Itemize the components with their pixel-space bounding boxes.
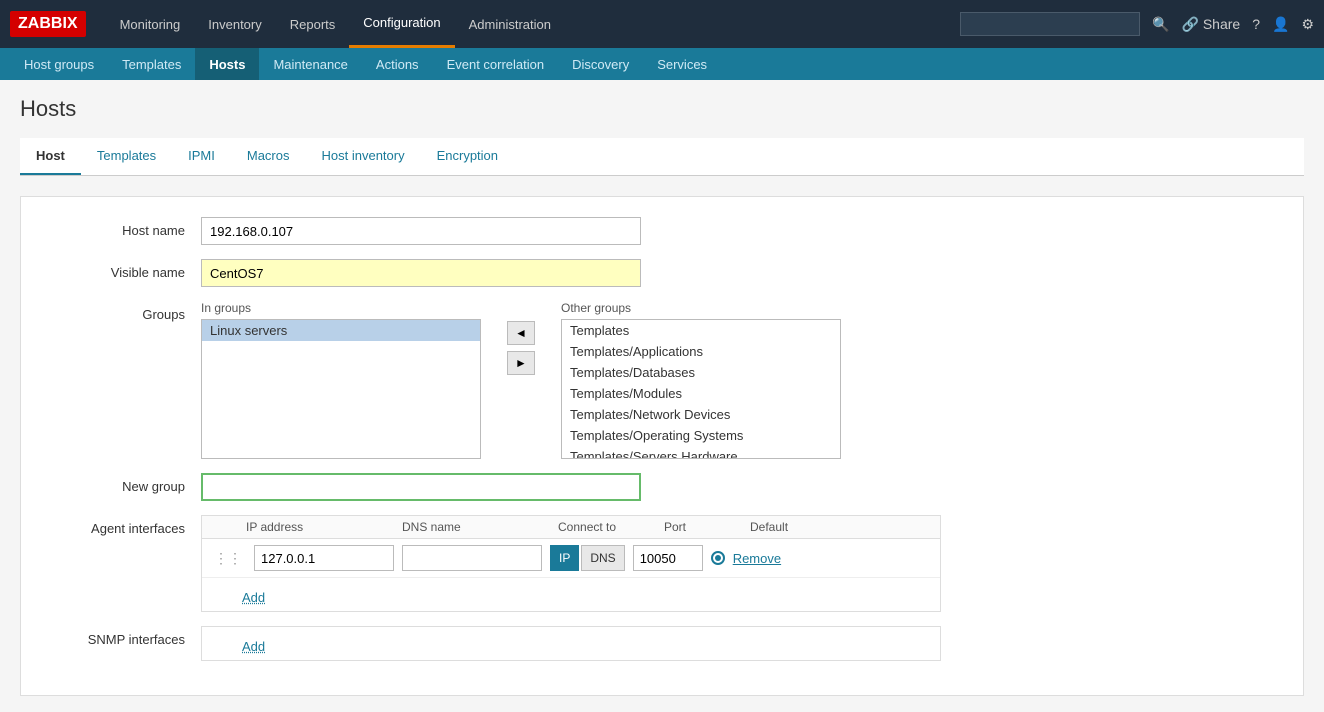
groups-label: Groups bbox=[41, 301, 201, 322]
page-title: Hosts bbox=[20, 96, 1304, 122]
new-group-row: New group bbox=[41, 473, 1283, 501]
share-icon[interactable]: 🔗 Share bbox=[1182, 16, 1241, 33]
nav-monitoring[interactable]: Monitoring bbox=[106, 0, 195, 48]
agent-interfaces-container: IP address DNS name Connect to Port Defa… bbox=[201, 515, 941, 612]
snmp-interfaces-row: SNMP interfaces Add bbox=[41, 626, 1283, 661]
share-label: Share bbox=[1203, 16, 1240, 32]
visible-name-row: Visible name bbox=[41, 259, 1283, 287]
default-radio[interactable] bbox=[711, 551, 725, 565]
agent-interfaces-header: IP address DNS name Connect to Port Defa… bbox=[202, 516, 940, 539]
new-group-label: New group bbox=[41, 473, 201, 494]
col-ip-header: IP address bbox=[246, 520, 386, 534]
tabs: Host Templates IPMI Macros Host inventor… bbox=[20, 138, 1304, 176]
subnav-actions[interactable]: Actions bbox=[362, 48, 433, 80]
other-group-item-0[interactable]: Templates bbox=[562, 320, 840, 341]
tab-macros[interactable]: Macros bbox=[231, 138, 306, 175]
groups-wrapper: In groups Linux servers ◄ ► Other groups… bbox=[201, 301, 841, 459]
tab-host-inventory[interactable]: Host inventory bbox=[306, 138, 421, 175]
other-group-item-1[interactable]: Templates/Applications bbox=[562, 341, 840, 362]
subnav-hosts[interactable]: Hosts bbox=[195, 48, 259, 80]
agent-interface-row-0: ⋮⋮ IP DNS Remove bbox=[202, 539, 940, 578]
form-container: Host name Visible name Groups In groups … bbox=[20, 196, 1304, 696]
add-agent-interface-link[interactable]: Add bbox=[242, 590, 265, 605]
tab-host[interactable]: Host bbox=[20, 138, 81, 175]
other-group-item-2[interactable]: Templates/Databases bbox=[562, 362, 840, 383]
tab-ipmi[interactable]: IPMI bbox=[172, 138, 231, 175]
in-groups-col: In groups Linux servers bbox=[201, 301, 481, 459]
logo[interactable]: ZABBIX bbox=[10, 11, 86, 37]
visible-name-input[interactable] bbox=[201, 259, 641, 287]
help-icon[interactable]: ? bbox=[1252, 16, 1260, 32]
in-groups-label: In groups bbox=[201, 301, 481, 315]
subnav-maintenance[interactable]: Maintenance bbox=[259, 48, 361, 80]
other-group-item-6[interactable]: Templates/Servers Hardware bbox=[562, 446, 840, 459]
settings-icon[interactable]: ⚙ bbox=[1301, 16, 1314, 33]
col-dns-header: DNS name bbox=[402, 520, 542, 534]
snmp-interfaces-container: Add bbox=[201, 626, 941, 661]
page-content: Hosts Host Templates IPMI Macros Host in… bbox=[0, 80, 1324, 712]
nav-inventory[interactable]: Inventory bbox=[194, 0, 275, 48]
top-nav-right: 🔍 🔗 Share ? 👤 ⚙ bbox=[960, 12, 1314, 36]
top-nav: ZABBIX Monitoring Inventory Reports Conf… bbox=[0, 0, 1324, 48]
agent-interfaces-label: Agent interfaces bbox=[41, 515, 201, 536]
search-icon[interactable]: 🔍 bbox=[1152, 16, 1169, 33]
add-agent-interface-container: Add bbox=[202, 578, 940, 611]
subnav-event-correlation[interactable]: Event correlation bbox=[433, 48, 559, 80]
new-group-input[interactable] bbox=[201, 473, 641, 501]
groups-row: Groups In groups Linux servers ◄ ► Other… bbox=[41, 301, 1283, 459]
nav-reports[interactable]: Reports bbox=[276, 0, 350, 48]
port-input[interactable] bbox=[633, 545, 703, 571]
tab-templates[interactable]: Templates bbox=[81, 138, 172, 175]
move-to-in-groups-button[interactable]: ◄ bbox=[507, 321, 535, 345]
agent-interfaces-row: Agent interfaces IP address DNS name Con… bbox=[41, 515, 1283, 612]
host-name-label: Host name bbox=[41, 217, 201, 238]
nav-administration[interactable]: Administration bbox=[455, 0, 565, 48]
col-connect-header: Connect to bbox=[558, 520, 648, 534]
host-name-input[interactable] bbox=[201, 217, 641, 245]
visible-name-label: Visible name bbox=[41, 259, 201, 280]
in-groups-list[interactable]: Linux servers bbox=[201, 319, 481, 459]
col-default-header: Default bbox=[750, 520, 820, 534]
group-arrows: ◄ ► bbox=[501, 321, 541, 375]
other-groups-label: Other groups bbox=[561, 301, 841, 315]
connect-to-buttons: IP DNS bbox=[550, 545, 625, 571]
add-snmp-interface-link[interactable]: Add bbox=[242, 639, 265, 654]
tab-encryption[interactable]: Encryption bbox=[421, 138, 514, 175]
search-input[interactable] bbox=[960, 12, 1140, 36]
sub-nav: Host groups Templates Hosts Maintenance … bbox=[0, 48, 1324, 80]
snmp-interfaces-label: SNMP interfaces bbox=[41, 626, 201, 647]
in-group-item-0[interactable]: Linux servers bbox=[202, 320, 480, 341]
subnav-services[interactable]: Services bbox=[643, 48, 721, 80]
nav-configuration[interactable]: Configuration bbox=[349, 0, 454, 48]
other-group-item-5[interactable]: Templates/Operating Systems bbox=[562, 425, 840, 446]
subnav-templates[interactable]: Templates bbox=[108, 48, 195, 80]
remove-interface-link[interactable]: Remove bbox=[733, 551, 781, 566]
ip-address-input[interactable] bbox=[254, 545, 394, 571]
connect-dns-button[interactable]: DNS bbox=[581, 545, 624, 571]
subnav-discovery[interactable]: Discovery bbox=[558, 48, 643, 80]
other-groups-list[interactable]: Templates Templates/Applications Templat… bbox=[561, 319, 841, 459]
host-name-row: Host name bbox=[41, 217, 1283, 245]
other-group-item-4[interactable]: Templates/Network Devices bbox=[562, 404, 840, 425]
col-port-header: Port bbox=[664, 520, 734, 534]
user-icon[interactable]: 👤 bbox=[1272, 16, 1289, 33]
connect-ip-button[interactable]: IP bbox=[550, 545, 579, 571]
subnav-host-groups[interactable]: Host groups bbox=[10, 48, 108, 80]
other-groups-col: Other groups Templates Templates/Applica… bbox=[561, 301, 841, 459]
move-to-other-groups-button[interactable]: ► bbox=[507, 351, 535, 375]
other-group-item-3[interactable]: Templates/Modules bbox=[562, 383, 840, 404]
drag-handle-icon[interactable]: ⋮⋮ bbox=[210, 550, 246, 567]
dns-name-input[interactable] bbox=[402, 545, 542, 571]
